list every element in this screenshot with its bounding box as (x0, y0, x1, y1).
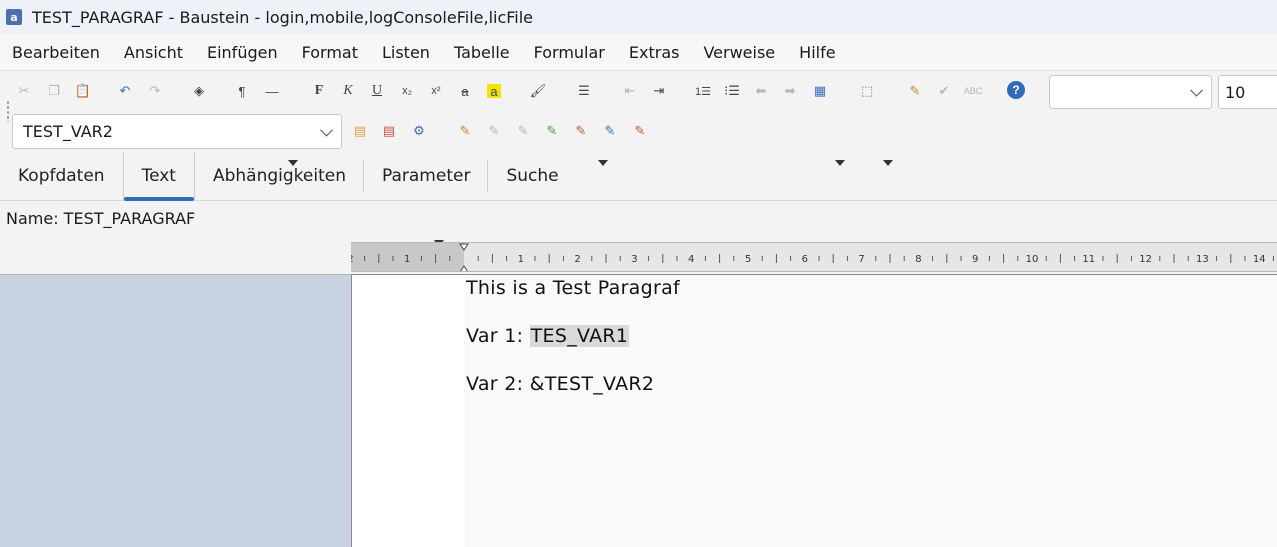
strikethrough-icon[interactable]: a (455, 81, 475, 101)
paragraph-line-2: Var 1: TES_VAR1 (466, 325, 630, 347)
menu-bar: Bearbeiten Ansicht Einfügen Format Liste… (0, 34, 1277, 70)
paragraph-line-1: This is a Test Paragraf (466, 277, 681, 299)
menu-formular[interactable]: Formular (522, 43, 617, 62)
indent-marker-icon (459, 243, 469, 271)
variable-toolbar: ▤ ▤ ⚙ ✎ ✎ ✎ ✎ ✎ ✎ ✎ (0, 112, 1277, 246)
tab-parameter[interactable]: Parameter (364, 152, 489, 200)
highlight-icon[interactable]: a (487, 84, 501, 99)
insert-object-icon[interactable]: ⬚ (857, 81, 877, 101)
document-area[interactable]: This is a Test Paragraf Var 1: TES_VAR1 … (351, 274, 1277, 547)
horizontal-line-icon[interactable]: — (262, 81, 282, 101)
variable-field[interactable]: TES_VAR1 (529, 325, 630, 347)
font-size-select[interactable]: 10 (1218, 75, 1277, 109)
ruler-label: 2 (351, 254, 354, 265)
paragraph-line-3: Var 2: &TEST_VAR2 (466, 373, 655, 395)
ruler-label: 8 (915, 254, 921, 265)
align-icon[interactable]: ☰ (574, 81, 594, 101)
ruler-label: 3 (631, 254, 637, 265)
chevron-down-icon[interactable] (1190, 83, 1203, 97)
edit-icon-2[interactable]: ✎ (484, 121, 504, 141)
tab-bar: Kopfdaten Text Abhängigkeiten Parameter … (0, 152, 1277, 201)
menu-verweise[interactable]: Verweise (691, 43, 787, 62)
cut-icon[interactable]: ✂ (14, 81, 34, 101)
link-icon[interactable]: ⚙ (409, 121, 429, 141)
tab-suche[interactable]: Suche (488, 152, 576, 200)
ruler-label: 12 (1139, 254, 1152, 265)
edit-icon-1[interactable]: ✎ (455, 121, 475, 141)
menu-listen[interactable]: Listen (370, 43, 442, 62)
bullet-list-icon[interactable]: ⁝☰ (722, 81, 742, 101)
left-pane (0, 274, 351, 547)
name-label: Name: TEST_PARAGRAF (6, 209, 196, 228)
edit-note-icon[interactable]: ✎ (905, 81, 925, 101)
menu-tabelle[interactable]: Tabelle (442, 43, 522, 62)
spellcheck-icon[interactable]: ABC (963, 81, 983, 101)
edit-icon-6[interactable]: ✎ (600, 121, 620, 141)
font-name-select[interactable] (1049, 75, 1212, 109)
menu-format[interactable]: Format (290, 43, 370, 62)
superscript-icon[interactable]: x² (426, 81, 446, 101)
copy-icon[interactable]: ❐ (44, 81, 64, 101)
pilcrow-icon[interactable]: ¶ (232, 81, 252, 101)
menu-einfuegen[interactable]: Einfügen (195, 43, 290, 62)
remove-variable-icon[interactable]: ▤ (379, 121, 399, 141)
checkmark-icon[interactable]: ✔ (934, 81, 954, 101)
document-text-area (465, 275, 1277, 547)
menu-hilfe[interactable]: Hilfe (787, 43, 847, 62)
ruler-label: 2 (574, 254, 580, 265)
indent-icon[interactable]: ⇥ (649, 81, 669, 101)
edit-icon-4[interactable]: ✎ (542, 121, 562, 141)
tab-label: Kopfdaten (18, 166, 105, 186)
title-bar: a TEST_PARAGRAF - Baustein - login,mobil… (0, 0, 1277, 34)
eraser-icon[interactable]: ◈ (189, 81, 209, 101)
ruler-label: 7 (858, 254, 864, 265)
underline-icon[interactable]: U (367, 81, 387, 101)
tab-kopfdaten[interactable]: Kopfdaten (0, 152, 123, 200)
font-size-value: 10 (1225, 82, 1246, 102)
help-icon[interactable]: ? (1007, 81, 1025, 99)
paste-icon[interactable]: 📋 (73, 81, 93, 101)
ruler-label: 10 (1026, 254, 1039, 265)
ruler-label: 11 (1082, 254, 1095, 265)
tab-label: Abhängigkeiten (212, 166, 346, 186)
tab-label: Parameter (382, 166, 471, 186)
italic-icon[interactable]: K (338, 81, 358, 101)
ruler-label: 5 (745, 254, 751, 265)
var-label: Var 1: (466, 325, 530, 347)
bold-icon[interactable]: F (309, 81, 329, 101)
edit-icon-3[interactable]: ✎ (513, 121, 533, 141)
tab-abhaengigkeiten[interactable]: Abhängigkeiten (195, 152, 365, 200)
ruler-label: 13 (1196, 254, 1209, 265)
ruler-scale: 211234567891011121314 (351, 243, 1274, 271)
ruler-label: 9 (972, 254, 978, 265)
menu-bearbeiten[interactable]: Bearbeiten (0, 43, 112, 62)
ruler-label: 1 (518, 254, 524, 265)
menu-separator (0, 70, 1277, 71)
tab-label: Text (141, 166, 176, 186)
numbered-list-icon[interactable]: 1☰ (693, 81, 713, 101)
tab-text[interactable]: Text (122, 152, 195, 201)
edit-icon-7[interactable]: ✎ (630, 121, 650, 141)
undo-icon[interactable]: ↶ (115, 81, 135, 101)
window-title: TEST_PARAGRAF - Baustein - login,mobile,… (32, 7, 534, 27)
table-icon[interactable]: ▦ (810, 81, 830, 101)
redo-icon[interactable]: ↷ (145, 81, 165, 101)
edit-icon-5[interactable]: ✎ (571, 121, 591, 141)
ruler-label: 4 (688, 254, 694, 265)
ruler-label: 14 (1253, 254, 1266, 265)
menu-ansicht[interactable]: Ansicht (112, 43, 195, 62)
app-icon: a (6, 9, 22, 25)
subscript-icon[interactable]: x₂ (397, 81, 417, 101)
tab-label: Suche (506, 166, 559, 186)
format-painter-icon[interactable]: 🖌 (528, 81, 548, 101)
insert-variable-icon[interactable]: ▤ (350, 121, 370, 141)
ruler-label: 1 (404, 254, 410, 265)
arrow-right-icon[interactable]: ➡ (780, 81, 800, 101)
ruler-label: 6 (802, 254, 808, 265)
menu-extras[interactable]: Extras (617, 43, 692, 62)
ruler[interactable]: 211234567891011121314 (351, 242, 1277, 272)
outdent-icon[interactable]: ⇤ (620, 81, 640, 101)
arrow-left-icon[interactable]: ⬅ (751, 81, 771, 101)
